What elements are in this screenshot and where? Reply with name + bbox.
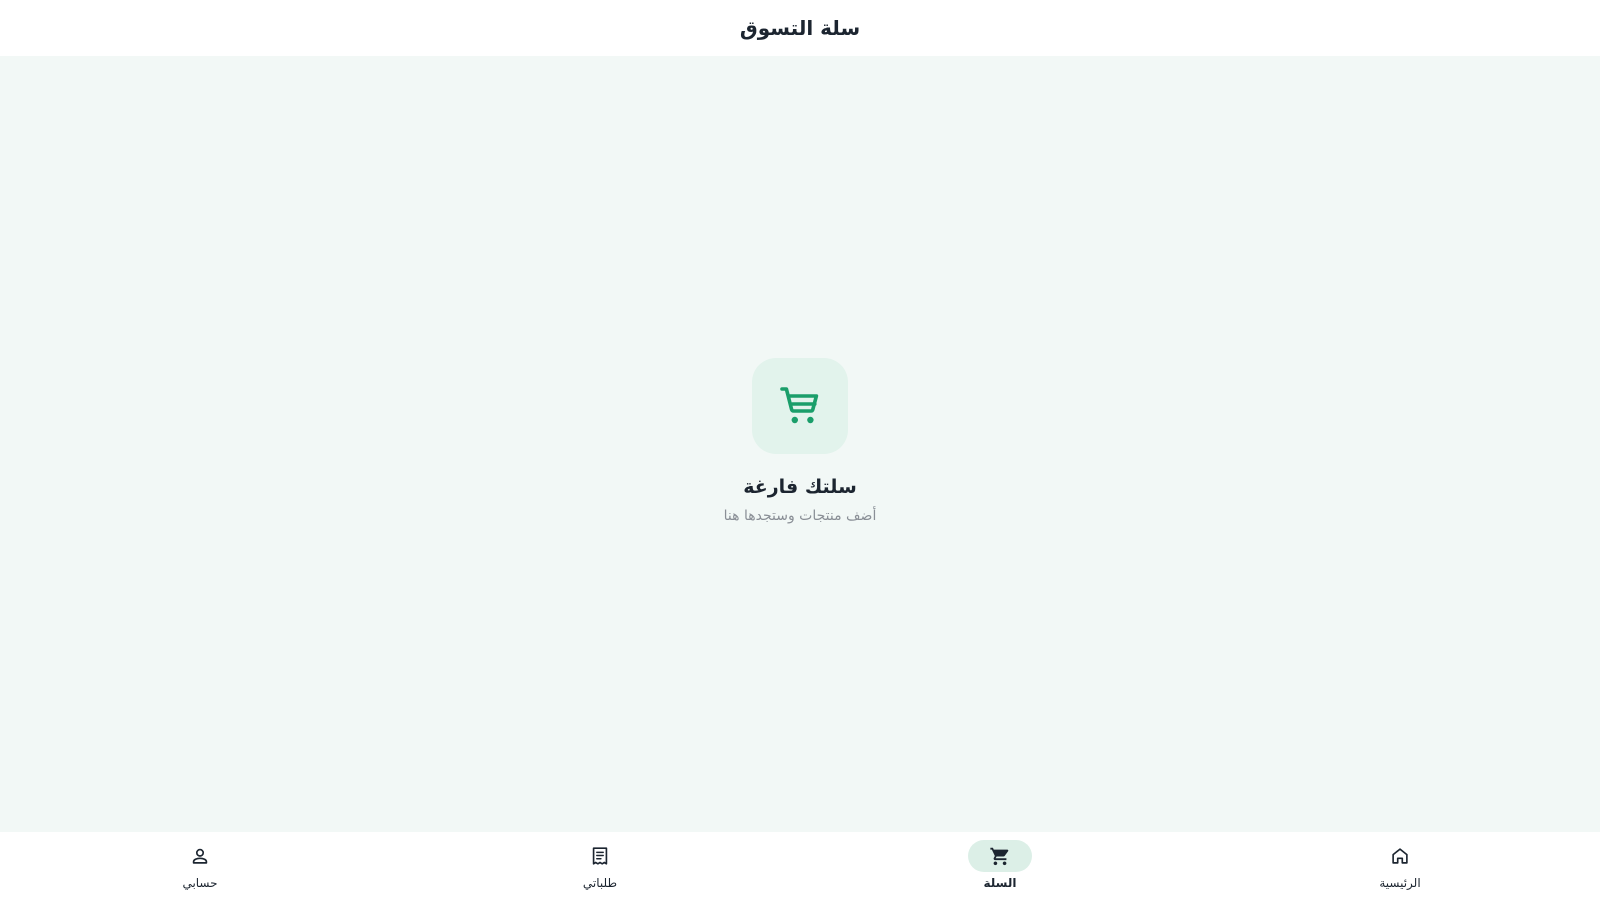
nav-label-account: حسابي — [182, 876, 218, 890]
nav-indicator — [568, 840, 632, 872]
empty-cart-icon-box — [752, 358, 848, 454]
home-icon — [1392, 848, 1408, 864]
nav-item-home[interactable]: الرئيسية — [1200, 832, 1600, 900]
bottom-navigation: الرئيسية السلة طلباتي حسابي — [0, 832, 1600, 900]
shopping-cart-icon — [990, 847, 1009, 866]
app-root: سلة التسوق سلتك فارغة أضف منتجات وستجدها… — [0, 0, 1600, 900]
nav-label-home: الرئيسية — [1379, 876, 1421, 890]
top-app-bar: سلة التسوق — [0, 0, 1600, 56]
shopping-cart-icon — [780, 387, 819, 424]
empty-cart-state: سلتك فارغة أضف منتجات وستجدها هنا — [0, 358, 1600, 524]
nav-item-orders[interactable]: طلباتي — [400, 832, 800, 900]
nav-active-indicator — [968, 840, 1032, 872]
receipt-icon — [592, 847, 608, 865]
empty-cart-title: سلتك فارغة — [743, 476, 857, 498]
nav-item-cart[interactable]: السلة — [800, 832, 1200, 900]
nav-indicator — [168, 840, 232, 872]
page-title: سلة التسوق — [739, 16, 861, 40]
person-icon — [192, 848, 208, 864]
cart-content: سلتك فارغة أضف منتجات وستجدها هنا — [0, 56, 1600, 832]
nav-label-cart: السلة — [983, 876, 1017, 890]
nav-label-orders: طلباتي — [582, 876, 618, 890]
nav-indicator — [1368, 840, 1432, 872]
nav-item-account[interactable]: حسابي — [0, 832, 400, 900]
empty-cart-subtitle: أضف منتجات وستجدها هنا — [723, 508, 877, 524]
